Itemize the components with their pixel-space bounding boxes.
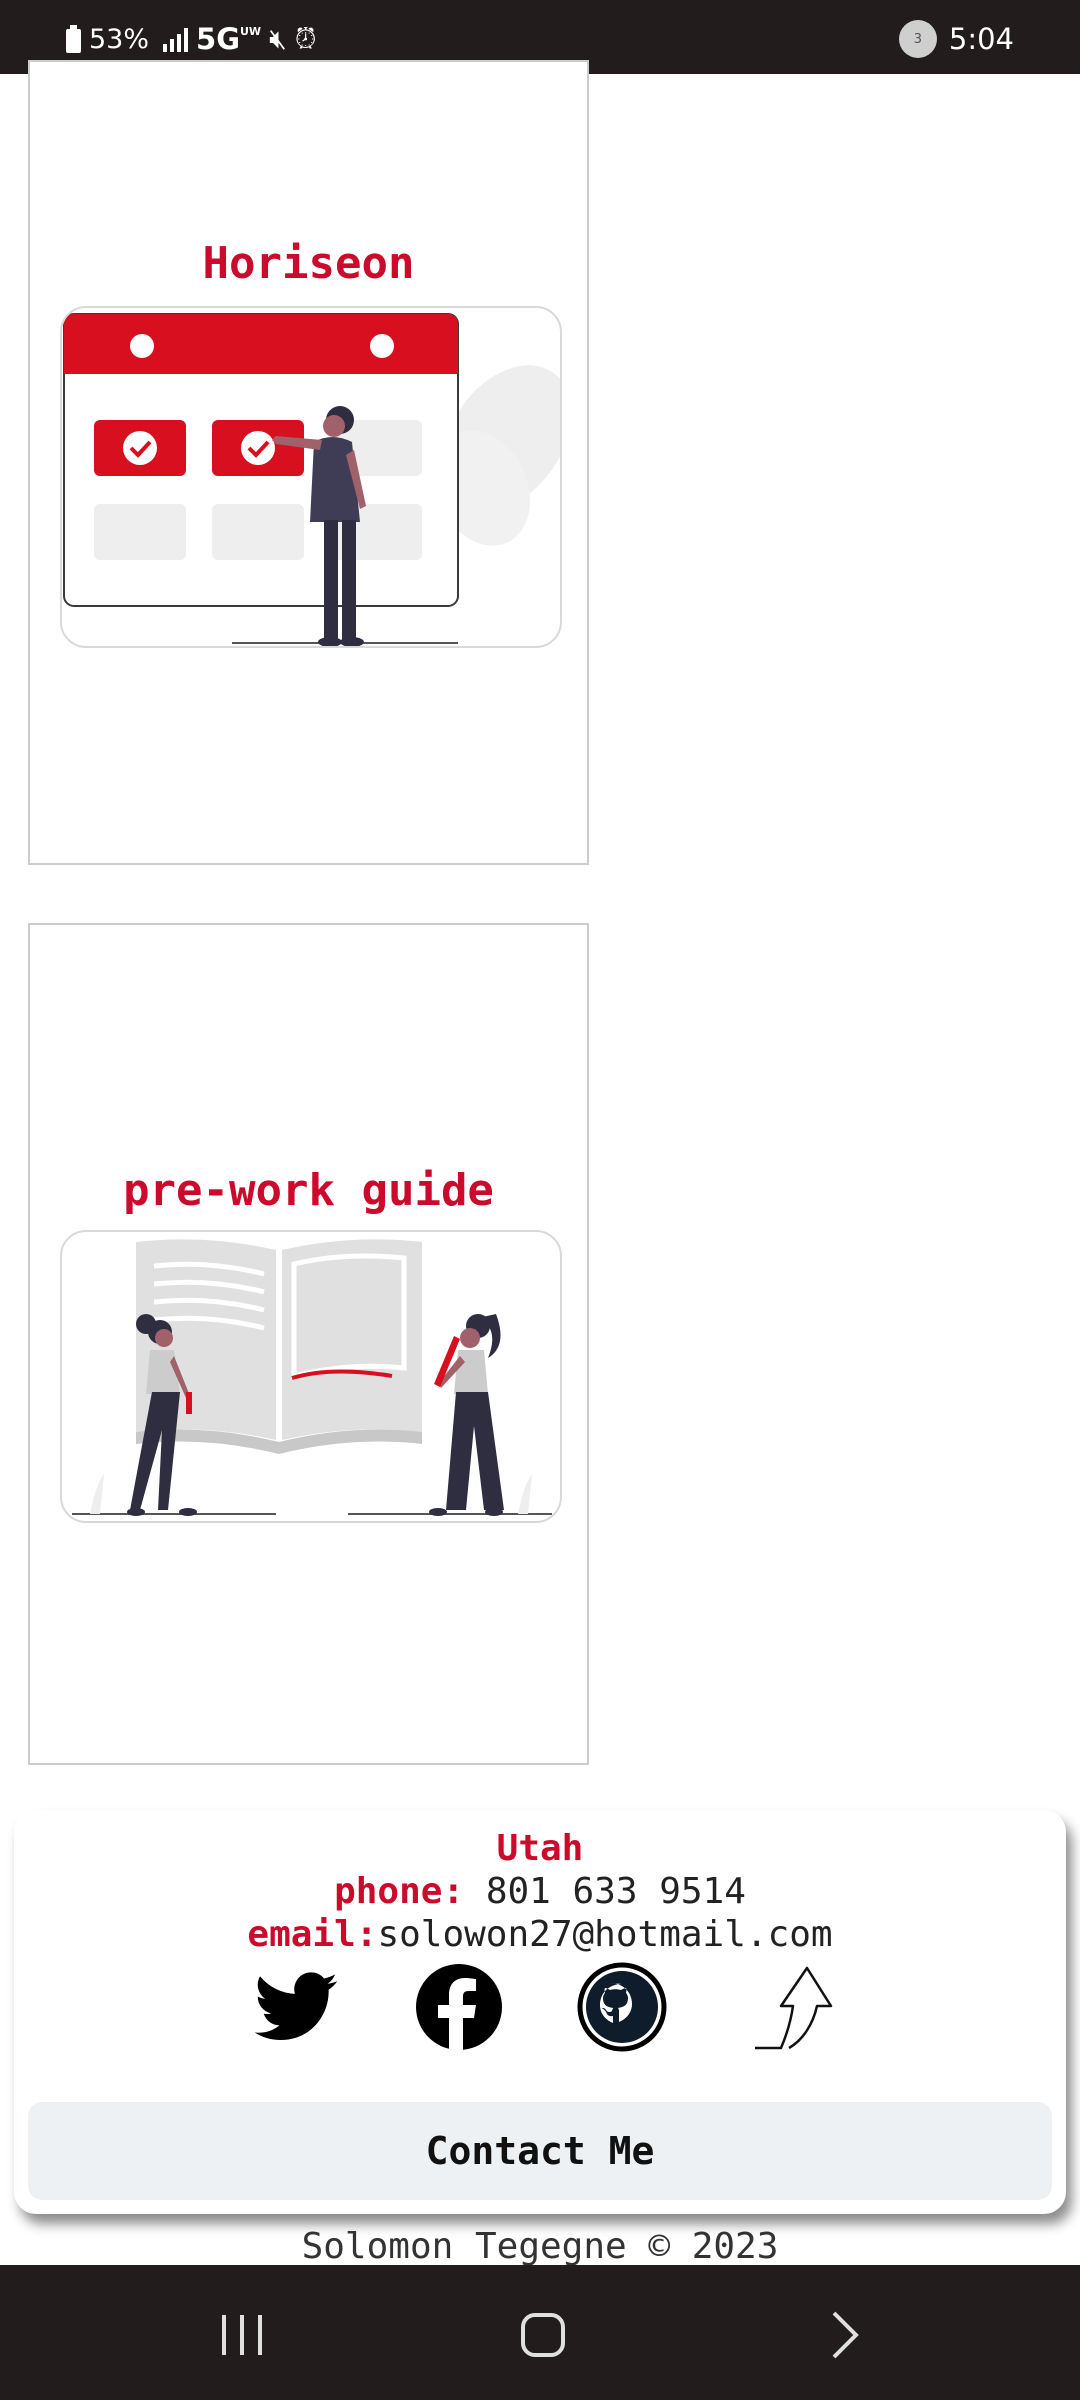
signal-icon	[163, 26, 189, 52]
notification-badge: 3	[898, 20, 937, 58]
email-line: email:solowon27@hotmail.com	[14, 1914, 1066, 1955]
home-icon[interactable]	[473, 2265, 613, 2400]
project-card-pre-work-guide[interactable]: pre-work guide	[28, 923, 589, 1765]
phone-line: phone: 801 633 9514	[14, 1871, 1066, 1912]
alarm-icon: ⏰︎	[294, 22, 317, 55]
email-label: email:	[247, 1914, 378, 1955]
location: Utah	[14, 1828, 1066, 1869]
clock: 5:04	[948, 22, 1014, 56]
book-illustration[interactable]	[60, 1230, 562, 1523]
network-suffix: UW	[240, 25, 262, 38]
mute-icon: 🔇︎	[269, 22, 287, 55]
recent-apps-icon[interactable]	[172, 2265, 312, 2400]
network-label: 5G	[196, 22, 240, 56]
back-to-top-icon[interactable]	[751, 1962, 841, 2052]
location-text: Utah	[496, 1828, 584, 1869]
github-icon[interactable]	[577, 1962, 667, 2052]
copyright: Solomon Tegegne © 2023	[301, 2226, 779, 2267]
network-type: 5GUW	[196, 22, 261, 56]
project-title: pre-work guide	[123, 1165, 494, 1216]
twitter-icon[interactable]	[251, 1962, 341, 2052]
phone-number[interactable]: 801 633 9514	[486, 1871, 746, 1912]
contact-me-button[interactable]: Contact Me	[28, 2102, 1052, 2200]
calendar-illustration[interactable]	[60, 306, 562, 648]
back-icon[interactable]	[776, 2265, 916, 2400]
social-links	[14, 1962, 1066, 2052]
project-card-horiseon[interactable]: Horiseon	[28, 60, 589, 865]
status-left: 53% 5GUW 🔇︎ ⏰︎	[66, 22, 317, 56]
contact-section: Utah phone: 801 633 9514 email:solowon27…	[14, 1810, 1066, 2214]
status-right: 3 5:04	[898, 20, 1014, 58]
facebook-icon[interactable]	[414, 1962, 504, 2052]
email-address[interactable]: solowon27@hotmail.com	[377, 1914, 832, 1955]
battery-icon	[66, 25, 81, 53]
project-title: Horiseon	[202, 238, 415, 289]
phone-label: phone:	[334, 1871, 465, 1912]
battery-percent: 53%	[89, 23, 150, 55]
navigation-bar	[0, 2265, 1080, 2400]
